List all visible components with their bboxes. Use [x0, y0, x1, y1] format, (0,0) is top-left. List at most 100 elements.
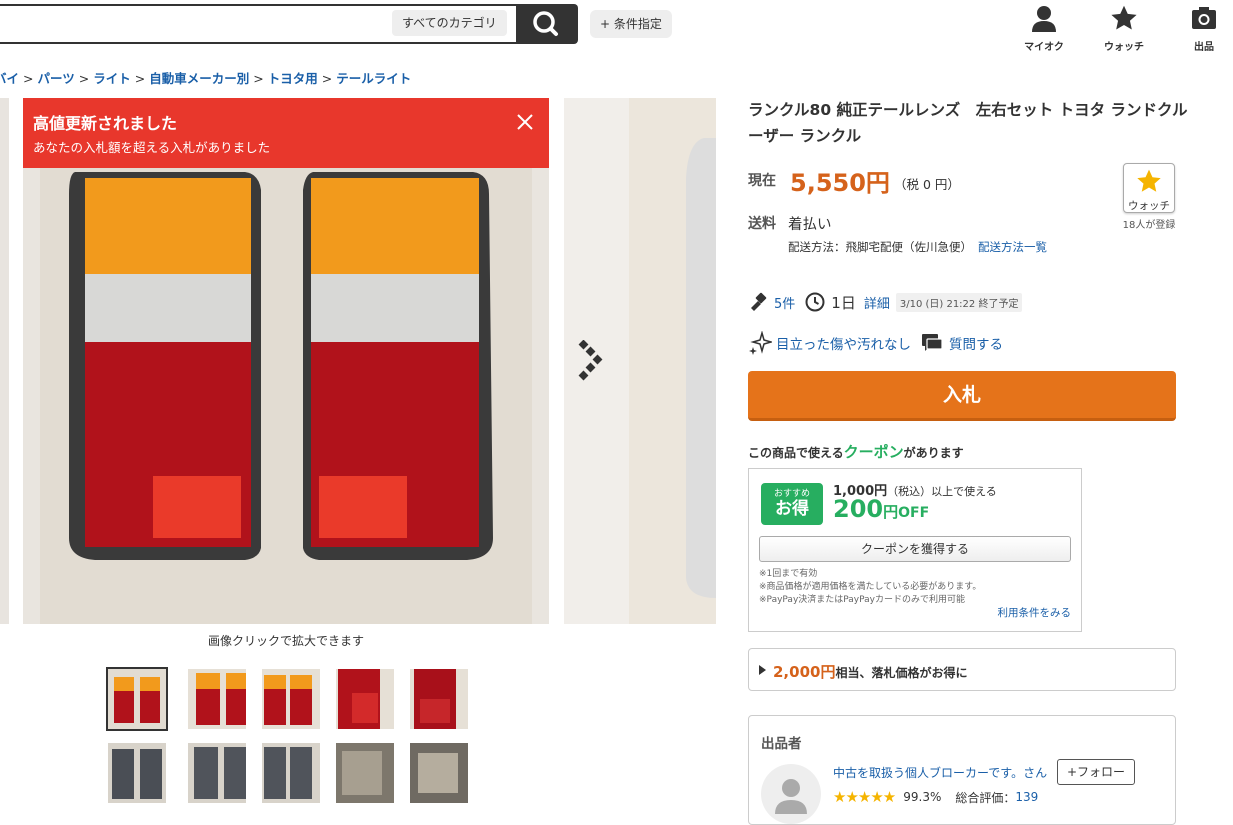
coupon-note: ※商品価格が適用価格を満たしている必要があります。	[759, 582, 982, 592]
my-auction-link[interactable]: マイオク	[1014, 4, 1074, 53]
tax-info: （税 0 円）	[894, 177, 960, 192]
watch-count: 18人が登録	[1122, 220, 1176, 231]
camera-icon	[1192, 7, 1216, 29]
star-icon	[1137, 169, 1161, 192]
coupon-badge-small: おすすめ	[773, 489, 810, 499]
total-rating-label: 総合評価：	[955, 790, 1016, 805]
seller-rating: ★★★★★ 99.3% 総合評価： 139	[833, 788, 1038, 806]
thumbnail[interactable]	[336, 669, 394, 729]
seller-card: 出品者 中古を取扱う個人ブローカーです。さん +フォロー ★★★★★ 99.3%…	[748, 715, 1176, 825]
question-link[interactable]: 質問する	[949, 333, 1003, 353]
seller-heading: 出品者	[761, 736, 802, 752]
rating-stars: ★★★★★	[833, 788, 896, 806]
item-title: ランクル80 純正テールレンズ 左右セット トヨタ ランドクルーザー ランクル	[748, 101, 1188, 145]
coupon-off: OFF	[898, 505, 930, 521]
deal-amount: 2,000円	[773, 663, 836, 681]
price-label: 現在	[748, 173, 776, 189]
coupon-heading-pre: この商品で使える	[748, 446, 844, 460]
outbid-alert: 高値更新されました あなたの入札額を超える入札がありました	[23, 98, 549, 168]
alert-title: 高値更新されました	[33, 114, 178, 133]
coupon-heading: この商品で使えるクーポンがあります	[748, 441, 964, 462]
breadcrumb-item[interactable]: テールライト	[336, 71, 411, 86]
bid-button[interactable]: 入札	[748, 371, 1176, 421]
follow-button[interactable]: +フォロー	[1057, 759, 1135, 785]
sell-label: 出品	[1194, 42, 1214, 53]
shipping-value: 着払い	[788, 217, 832, 233]
breadcrumb-item[interactable]: ライト	[93, 71, 131, 86]
search-icon	[533, 11, 558, 36]
thumbnail[interactable]	[410, 743, 468, 803]
image-gallery: 高値更新されました あなたの入札額を超える入札がありました	[0, 98, 716, 624]
get-coupon-button[interactable]: クーポンを獲得する	[759, 536, 1071, 562]
conditions-button[interactable]: + 条件指定	[590, 10, 672, 38]
deal-text: 2,000円相当、落札価格がお得に	[773, 661, 967, 682]
clock-icon	[805, 292, 825, 312]
deal-expander[interactable]: 2,000円相当、落札価格がお得に	[748, 648, 1176, 691]
search-button[interactable]	[516, 4, 578, 44]
star-icon	[1111, 5, 1137, 30]
watch-button[interactable]: ウォッチ	[1123, 163, 1175, 213]
breadcrumb-item[interactable]: 自動車メーカー別	[149, 71, 249, 86]
breadcrumb-item[interactable]: パーツ	[38, 71, 75, 86]
shipping-methods-link[interactable]: 配送方法一覧	[978, 240, 1047, 254]
detail-link[interactable]: 詳細	[864, 293, 890, 312]
gavel-icon	[751, 292, 767, 311]
coupon-note: ※1回まで有効	[759, 569, 818, 579]
sell-link[interactable]: 出品	[1174, 4, 1233, 53]
auction-stats: 5件 1日 詳細 3/10 (日) 21:22 終了予定	[748, 290, 1023, 314]
sparkle-icon	[749, 331, 772, 355]
next-arrow-icon[interactable]	[576, 340, 606, 382]
thumbnail[interactable]	[262, 743, 320, 803]
current-price: 5,550円	[790, 169, 890, 197]
thumbnail[interactable]	[188, 669, 246, 729]
end-date: 3/10 (日) 21:22 終了予定	[895, 292, 1023, 312]
default-avatar-icon	[775, 779, 807, 814]
watch-label: ウォッチ	[1104, 42, 1144, 53]
coupon-amount-unit: 円	[883, 503, 899, 521]
breadcrumb-item[interactable]: バイ	[0, 71, 19, 86]
bid-count-link[interactable]: 5件	[774, 293, 795, 312]
shipping-method: 配送方法：飛脚宅配便（佐川急便） 配送方法一覧	[788, 239, 1047, 255]
time-left: 1日	[831, 293, 856, 312]
chat-icon	[922, 334, 943, 351]
coupon-heading-post: があります	[903, 446, 964, 460]
tail-lights-photo	[23, 98, 549, 624]
thumbnail[interactable]	[336, 743, 394, 803]
rating-percent: 99.3%	[903, 790, 942, 804]
coupon-card: おすすめ お得 1,000円（税込）以上で使える 200円OFF クーポンを獲得…	[748, 468, 1082, 632]
my-auction-label: マイオク	[1024, 42, 1064, 53]
coupon-heading-word: クーポン	[843, 443, 904, 461]
seller-name-link[interactable]: 中古を取扱う個人ブローカーです。さん	[833, 764, 1047, 781]
item-features: 目立った傷や汚れなし 質問する	[748, 331, 1003, 355]
shipping-label: 送料	[748, 216, 776, 232]
coupon-badge: おすすめ お得	[761, 483, 823, 525]
total-rating-link[interactable]: 139	[1015, 790, 1038, 804]
user-icon	[1032, 6, 1056, 32]
shipping-method-text: 配送方法：飛脚宅配便（佐川急便）	[788, 240, 972, 254]
previous-image[interactable]	[0, 98, 9, 624]
breadcrumb: バイ > パーツ > ライト > 自動車メーカー別 > トヨタ用 > テールライト	[0, 68, 411, 87]
expand-triangle-icon	[759, 665, 766, 675]
avatar[interactable]	[761, 764, 821, 824]
deal-description: 相当、落札価格がお得に	[835, 666, 968, 680]
condition-link[interactable]: 目立った傷や汚れなし	[776, 333, 911, 353]
watch-button-label: ウォッチ	[1128, 200, 1170, 212]
breadcrumb-item[interactable]: トヨタ用	[268, 71, 318, 86]
thumbnail[interactable]	[262, 669, 320, 729]
close-icon[interactable]	[515, 112, 535, 132]
coupon-notes: ※1回まで有効 ※商品価格が適用価格を満たしている必要があります。 ※PayPa…	[759, 568, 981, 607]
coupon-amount: 200円OFF	[833, 495, 929, 523]
zoom-note: 画像クリックで拡大できます	[207, 634, 364, 648]
alert-message: あなたの入札額を超える入札がありました	[33, 140, 271, 155]
thumbnail[interactable]	[106, 667, 168, 731]
thumbnail[interactable]	[188, 743, 246, 803]
coupon-note: ※PayPay決済またはPayPayカードのみで利用可能	[759, 595, 965, 605]
main-product-image[interactable]	[23, 98, 549, 624]
category-select[interactable]: すべてのカテゴリ	[392, 10, 507, 36]
thumbnail[interactable]	[108, 743, 166, 803]
coupon-terms-link[interactable]: 利用条件をみる	[998, 605, 1072, 620]
thumbnail[interactable]	[410, 669, 468, 729]
watch-link[interactable]: ウォッチ	[1094, 4, 1154, 53]
coupon-amount-value: 200	[833, 495, 884, 523]
coupon-badge-big: お得	[775, 499, 809, 519]
